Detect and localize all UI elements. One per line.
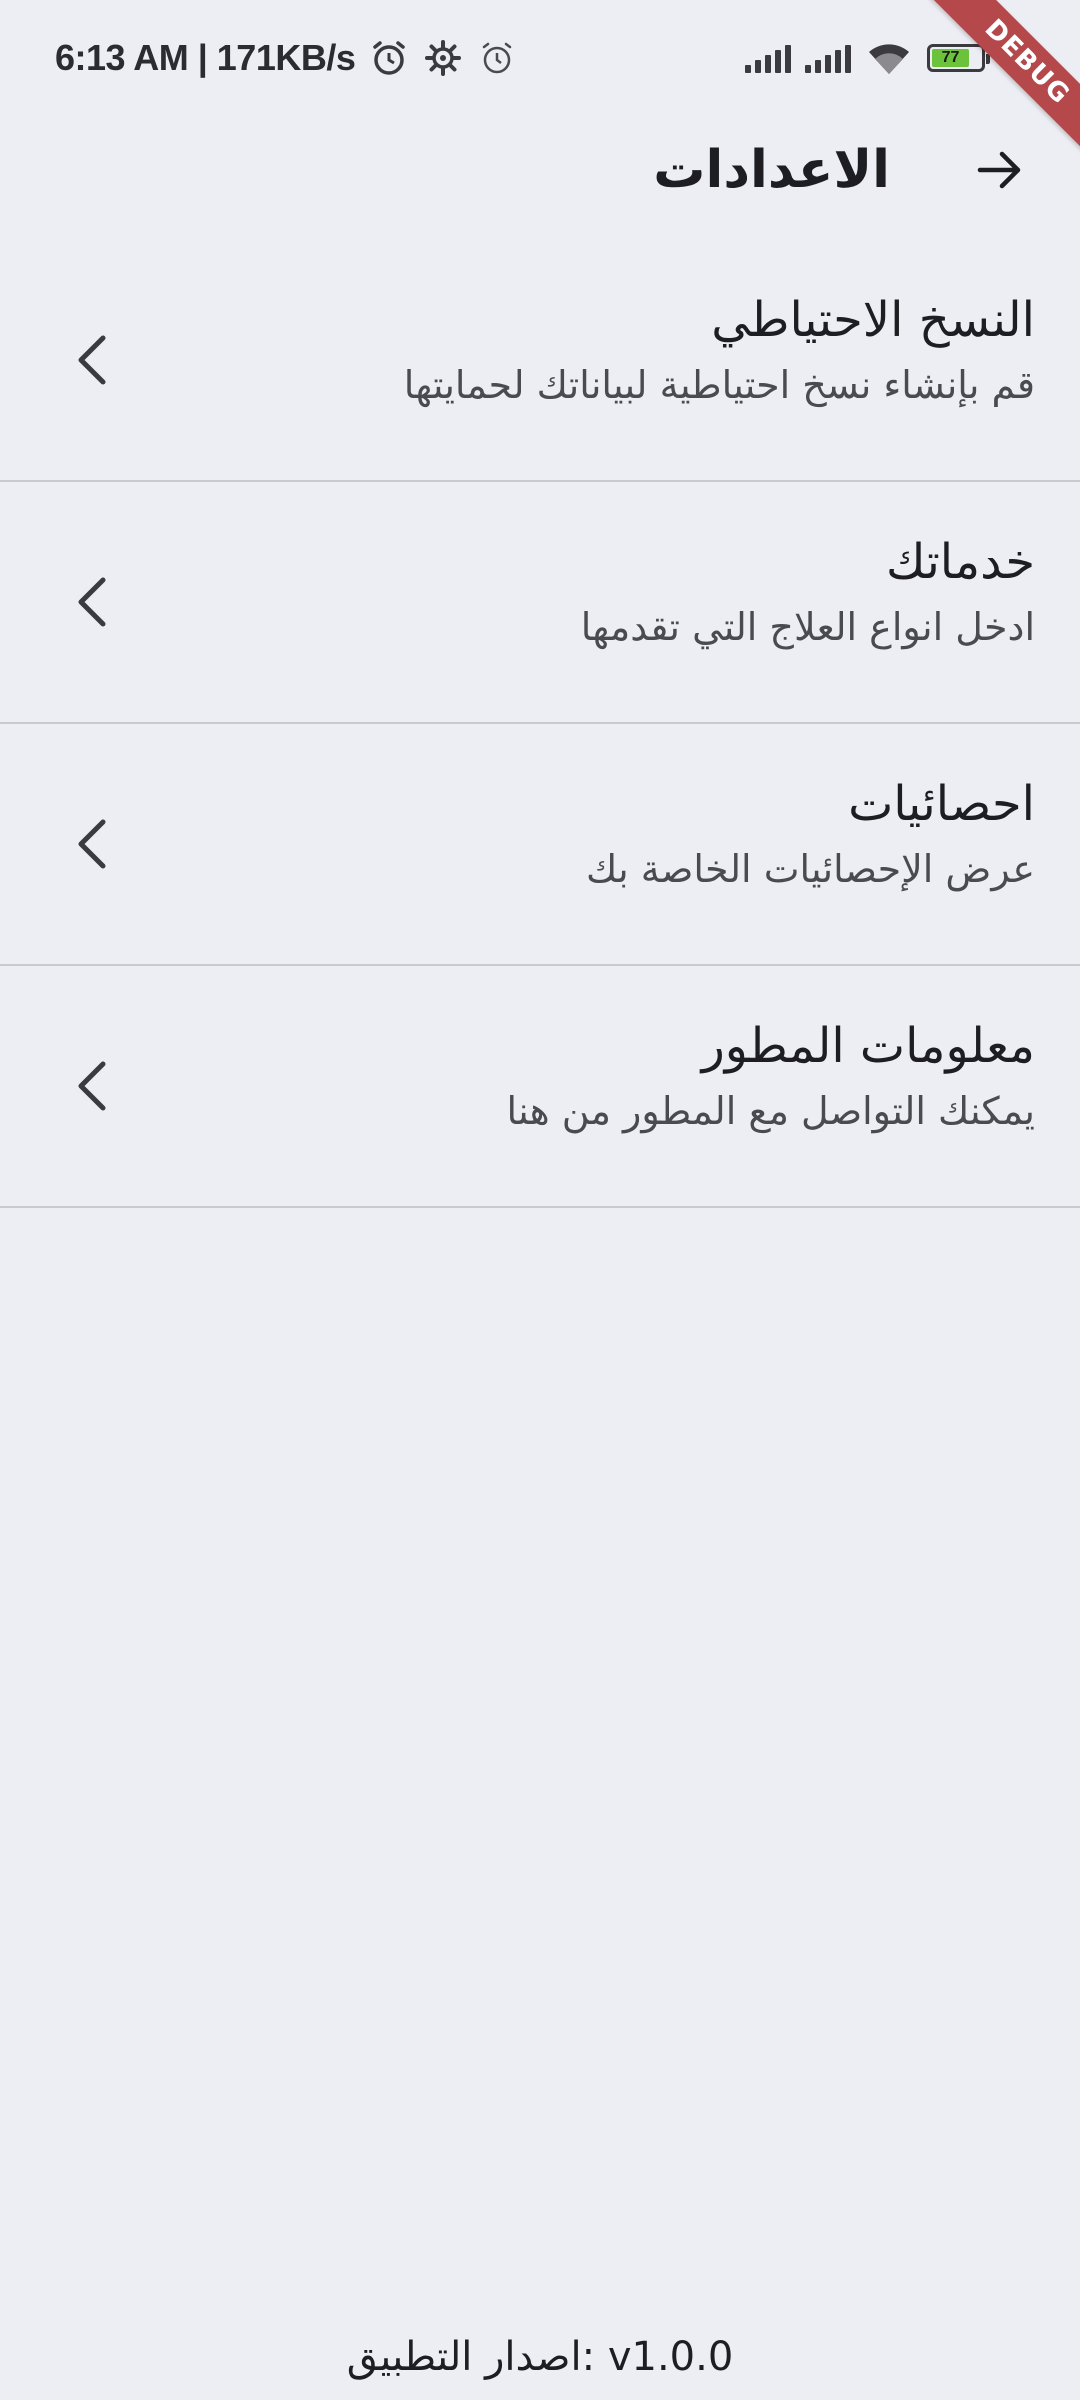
settings-screen: 6:13 AM | 171KB/s 77 DEBUG الاعدادات الن… bbox=[0, 0, 1080, 2400]
list-item-subtitle: ادخل انواع العلاج التي تقدمها bbox=[580, 605, 1035, 649]
signal-icon bbox=[745, 43, 791, 73]
app-version: اصدار التطبيق: v1.0.0 bbox=[346, 2334, 734, 2380]
status-bar-right: 77 bbox=[745, 40, 990, 76]
arrow-right-icon bbox=[977, 151, 1021, 189]
app-bar: الاعدادات bbox=[0, 115, 1080, 225]
list-item-subtitle: قم بإنشاء نسخ احتياطية لبياناتك لحمايتها bbox=[403, 363, 1035, 407]
list-item-title: النسخ الاحتياطي bbox=[711, 292, 1035, 348]
list-item-text: النسخ الاحتياطي قم بإنشاء نسخ احتياطية ل… bbox=[404, 285, 1035, 413]
settings-item-services[interactable]: خدماتك ادخل انواع العلاج التي تقدمها bbox=[0, 482, 1080, 724]
status-time: 6:13 AM | 171KB/s bbox=[55, 36, 356, 78]
alarm-clock-icon bbox=[369, 38, 409, 78]
back-button[interactable] bbox=[960, 130, 1040, 210]
chevron-left-icon bbox=[68, 330, 118, 390]
alarm-icon bbox=[477, 38, 517, 78]
list-item-text: معلومات المطور يمكنك التواصل مع المطور م… bbox=[507, 1011, 1035, 1139]
list-item-subtitle: عرض الإحصائيات الخاصة بك bbox=[586, 847, 1035, 891]
settings-item-statistics[interactable]: احصائيات عرض الإحصائيات الخاصة بك bbox=[0, 724, 1080, 966]
list-item-subtitle: يمكنك التواصل مع المطور من هنا bbox=[506, 1089, 1035, 1133]
settings-item-developer-info[interactable]: معلومات المطور يمكنك التواصل مع المطور م… bbox=[0, 966, 1080, 1208]
list-item-title: احصائيات bbox=[848, 776, 1035, 832]
page-title: الاعدادات bbox=[653, 140, 890, 200]
list-item-title: خدماتك bbox=[885, 534, 1035, 590]
battery-icon: 77 bbox=[927, 43, 990, 72]
settings-list: النسخ الاحتياطي قم بإنشاء نسخ احتياطية ل… bbox=[0, 240, 1080, 1208]
chevron-left-icon bbox=[68, 572, 118, 632]
battery-level: 77 bbox=[932, 48, 969, 67]
gear-icon bbox=[423, 38, 463, 78]
settings-item-backup[interactable]: النسخ الاحتياطي قم بإنشاء نسخ احتياطية ل… bbox=[0, 240, 1080, 482]
status-bar: 6:13 AM | 171KB/s 77 bbox=[0, 0, 1080, 115]
list-item-text: احصائيات عرض الإحصائيات الخاصة بك bbox=[586, 769, 1035, 897]
status-bar-left: 6:13 AM | 171KB/s bbox=[55, 37, 517, 79]
wifi-icon bbox=[865, 40, 913, 76]
chevron-left-icon bbox=[68, 1056, 118, 1116]
signal-icon bbox=[805, 43, 851, 73]
list-item-title: معلومات المطور bbox=[701, 1018, 1035, 1074]
list-item-text: خدماتك ادخل انواع العلاج التي تقدمها bbox=[581, 527, 1035, 655]
chevron-left-icon bbox=[68, 814, 118, 874]
